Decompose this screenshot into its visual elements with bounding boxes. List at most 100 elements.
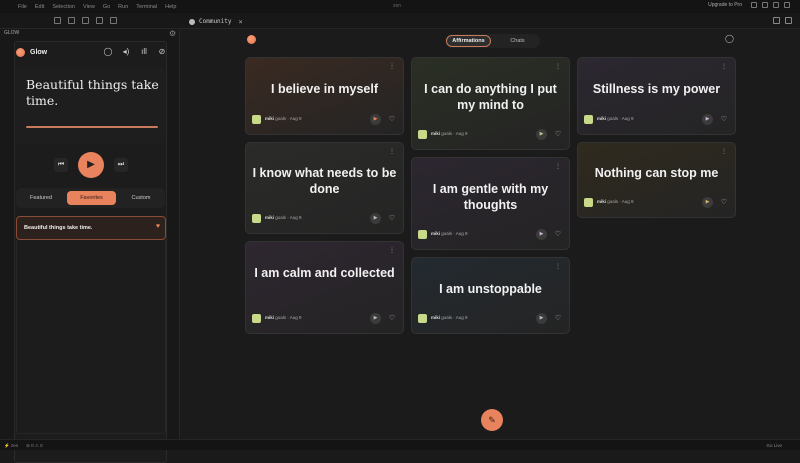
more-icon[interactable]: ⋮ — [555, 163, 561, 170]
heart-icon[interactable]: ♥ — [156, 223, 160, 230]
more-icon[interactable]: ⋮ — [389, 148, 395, 155]
menu-help[interactable]: Help — [165, 4, 176, 10]
menu-view[interactable]: View — [83, 4, 95, 10]
status-problems[interactable]: ⊘ 0 ⚠ 0 — [26, 443, 43, 449]
card-author: miki goals · Aug 9 — [265, 315, 302, 320]
affirmation-card[interactable]: ⋮ I am gentle with my thoughts miki goal… — [411, 157, 570, 250]
card-play-button[interactable]: ▶ — [370, 213, 381, 224]
window-title: zen — [393, 3, 402, 9]
now-playing-quote: Beautiful things take time. — [26, 77, 159, 108]
tab-affirmations[interactable]: Affirmations — [446, 35, 491, 47]
settings-icon[interactable] — [784, 2, 790, 8]
heart-icon[interactable]: ♡ — [555, 130, 561, 138]
app-name: Glow — [30, 49, 48, 56]
favorite-item-text: Beautiful things take time. — [24, 225, 93, 231]
affirmation-card[interactable]: ⋮ I am unstoppable miki goals · Aug 9 ▶ ♡ — [411, 257, 570, 334]
favorite-item[interactable]: Beautiful things take time. ♥ — [16, 216, 166, 240]
files-icon[interactable] — [54, 17, 61, 24]
menu-go[interactable]: Go — [103, 4, 110, 10]
go-live-button[interactable]: Go Live — [766, 443, 782, 448]
split-editor-icon[interactable] — [773, 17, 780, 24]
favorites-list — [16, 240, 166, 434]
next-button[interactable]: ⏭ — [114, 158, 128, 172]
more-icon[interactable]: ⋮ — [721, 63, 727, 70]
heart-icon[interactable]: ♡ — [389, 214, 395, 222]
card-play-button[interactable]: ▶ — [702, 114, 713, 125]
panel-icon[interactable] — [762, 2, 768, 8]
avatar — [584, 115, 593, 124]
affirmation-card[interactable]: ⋮ I can do anything I put my mind to mik… — [411, 57, 570, 150]
timer-icon[interactable]: ⊘ — [157, 47, 167, 56]
avatar — [584, 198, 593, 207]
close-icon[interactable]: × — [239, 18, 243, 26]
more-icon[interactable]: ⋮ — [389, 247, 395, 254]
avatar — [418, 230, 427, 239]
menu-edit[interactable]: Edit — [35, 4, 44, 10]
affirmation-card[interactable]: ⋮ I believe in myself miki goals · Aug 9… — [245, 57, 404, 135]
avatar — [252, 115, 261, 124]
card-author: miki goals · Aug 9 — [431, 131, 468, 136]
waveform-icon[interactable]: ıll — [139, 47, 149, 56]
tab-favorites[interactable]: Favorites — [67, 191, 116, 205]
avatar — [418, 314, 427, 323]
more-icon[interactable]: ⋮ — [389, 63, 395, 70]
heart-icon[interactable]: ♡ — [721, 115, 727, 123]
play-icon: ▶ — [373, 215, 378, 221]
heart-icon[interactable]: ♡ — [389, 314, 395, 322]
tab-custom[interactable]: Custom — [120, 191, 162, 205]
menu-selection[interactable]: Selection — [52, 4, 75, 10]
glow-icon[interactable] — [110, 17, 117, 24]
split-icon[interactable] — [773, 2, 779, 8]
gear-icon[interactable]: ⚙ — [169, 29, 176, 38]
extensions-icon[interactable] — [96, 17, 103, 24]
card-author: miki goals · Aug 9 — [431, 231, 468, 236]
sidebar-header: GLOW — [4, 30, 20, 36]
status-bar: ⚡ zen ⊘ 0 ⚠ 0 Go Live — [0, 439, 800, 450]
volume-icon[interactable]: ◂) — [121, 47, 131, 56]
title-bar: File Edit Selection View Go Run Terminal… — [0, 0, 800, 13]
heart-icon[interactable]: ♡ — [389, 115, 395, 123]
card-play-button[interactable]: ▶ — [370, 313, 381, 324]
user-icon[interactable]: ◯ — [725, 34, 734, 43]
tab-community[interactable]: Community × — [183, 14, 249, 29]
play-icon: ▶ — [539, 315, 544, 321]
affirmation-text: I believe in myself — [271, 82, 378, 96]
card-play-button[interactable]: ▶ — [536, 129, 547, 140]
now-playing-card: Beautiful things take time. — [16, 67, 165, 144]
compose-button[interactable]: ✎ — [481, 409, 503, 431]
app-logo: Glow — [16, 48, 47, 57]
source-control-icon[interactable] — [82, 17, 89, 24]
logo-orb-icon — [247, 35, 256, 44]
affirmation-card[interactable]: ⋮ I am calm and collected miki goals · A… — [245, 241, 404, 334]
more-icon[interactable] — [785, 17, 792, 24]
play-button[interactable]: ▶ — [78, 152, 104, 178]
affirmation-card[interactable]: ⋮ Stillness is my power miki goals · Aug… — [577, 57, 736, 135]
card-play-button[interactable]: ▶ — [536, 313, 547, 324]
layout-icon[interactable] — [751, 2, 757, 8]
play-icon: ▶ — [705, 199, 710, 205]
card-play-button[interactable]: ▶ — [702, 197, 713, 208]
progress-bar[interactable] — [26, 126, 158, 128]
status-branch[interactable]: ⚡ zen — [4, 443, 18, 449]
previous-button[interactable]: ⏮ — [54, 158, 68, 172]
menu-run[interactable]: Run — [118, 4, 128, 10]
heart-icon[interactable]: ♡ — [555, 230, 561, 238]
tab-featured[interactable]: Featured — [20, 191, 62, 205]
menu-terminal[interactable]: Terminal — [136, 4, 157, 10]
editor-toolbar: Community × — [0, 13, 800, 29]
search-icon[interactable] — [68, 17, 75, 24]
heart-icon[interactable]: ♡ — [555, 314, 561, 322]
heart-icon[interactable]: ♡ — [721, 198, 727, 206]
more-icon[interactable]: ⋮ — [555, 263, 561, 270]
more-icon[interactable]: ⋮ — [555, 63, 561, 70]
card-play-button[interactable]: ▶ — [370, 114, 381, 125]
menu-file[interactable]: File — [18, 4, 27, 10]
card-play-button[interactable]: ▶ — [536, 229, 547, 240]
more-icon[interactable]: ⋮ — [721, 148, 727, 155]
user-icon[interactable]: ◯ — [103, 47, 113, 56]
upgrade-link[interactable]: Upgrade to Pro — [708, 2, 742, 8]
avatar — [252, 214, 261, 223]
tab-chats[interactable]: Chats — [505, 35, 530, 47]
affirmation-card[interactable]: ⋮ I know what needs to be done miki goal… — [245, 142, 404, 234]
affirmation-card[interactable]: ⋮ Nothing can stop me miki goals · Aug 9… — [577, 142, 736, 218]
